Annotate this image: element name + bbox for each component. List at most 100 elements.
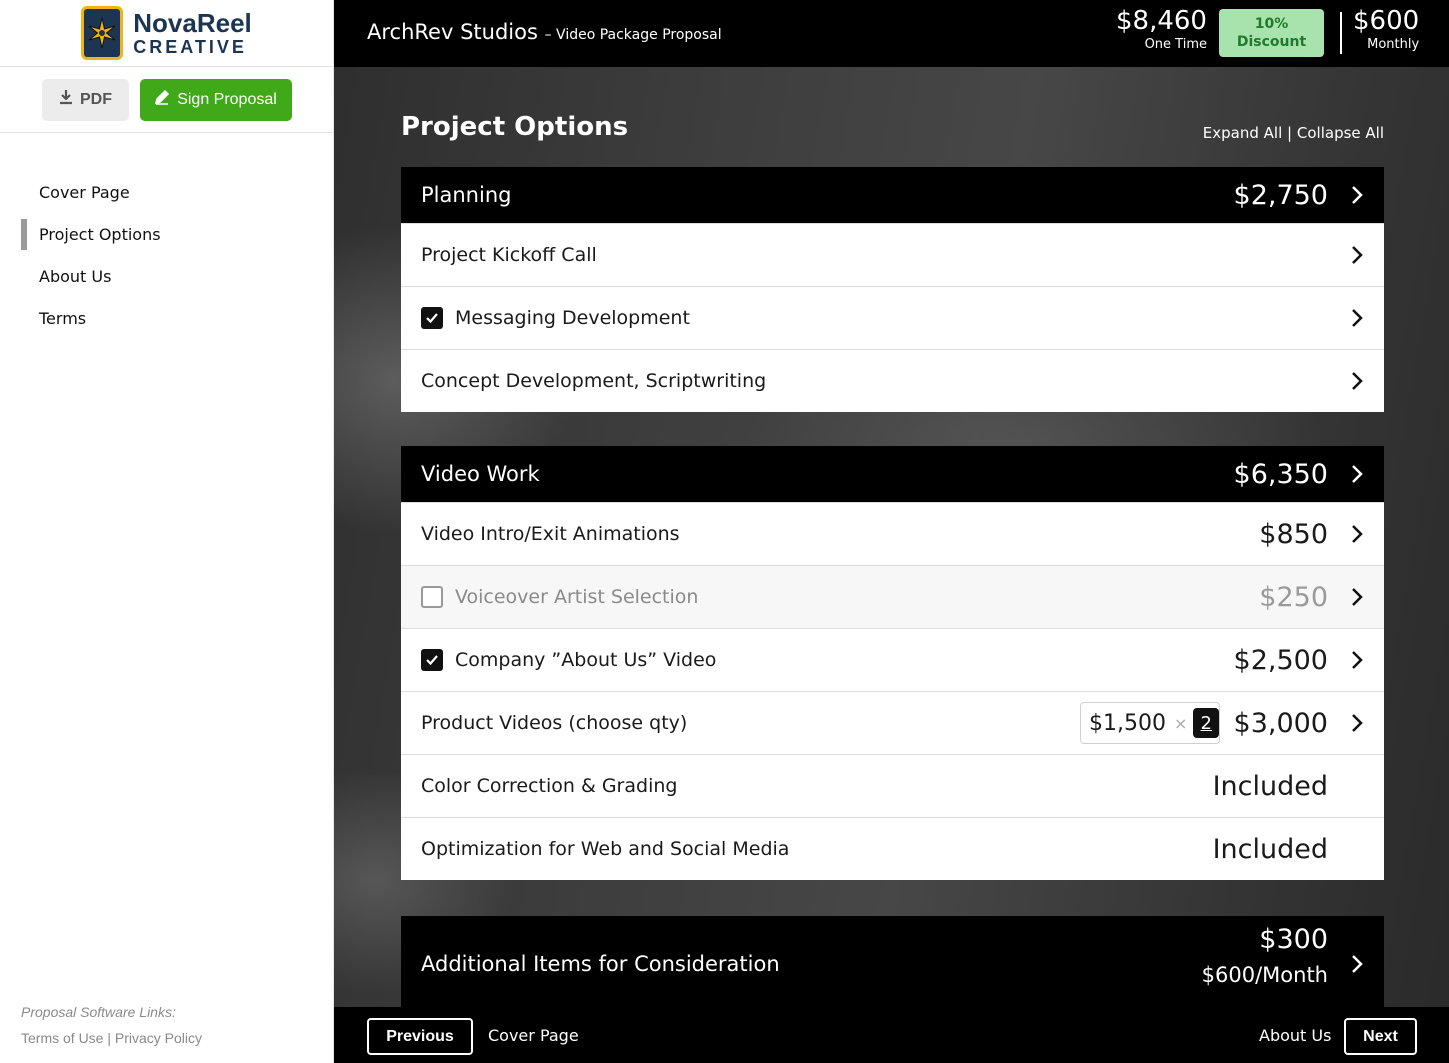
discount-label: Discount <box>1236 34 1307 50</box>
action-bar: PDF Sign Proposal <box>0 67 333 133</box>
expand-separator: | <box>1287 124 1293 142</box>
sign-proposal-label: Sign Proposal <box>177 90 277 108</box>
unit-price: $1,500 <box>1089 710 1166 736</box>
expand-all-link[interactable]: Expand All <box>1203 124 1282 142</box>
option-label: Concept Development, Scriptwriting <box>421 370 767 392</box>
brand-logo[interactable]: NovaReel CREATIVE <box>0 0 333 67</box>
option-row[interactable]: Voiceover Artist Selection $250 <box>401 565 1384 628</box>
additional-items-group: Additional Items for Consideration $300 … <box>401 916 1384 1012</box>
checkbox-checked[interactable] <box>421 649 443 671</box>
planning-group: Planning $2,750 Project Kickoff Call Mes… <box>401 167 1384 412</box>
chevron-right-icon[interactable] <box>1346 523 1368 545</box>
chevron-right-icon[interactable] <box>1346 244 1368 266</box>
option-row[interactable]: Video Intro/Exit Animations $850 <box>401 502 1384 565</box>
group-price-stack: $300 $600/Month <box>1202 926 1328 986</box>
one-time-total: $8,460 One Time <box>1116 8 1207 51</box>
option-row: Optimization for Web and Social Media In… <box>401 817 1384 880</box>
quantity-stepper[interactable]: $1,500 × 2 <box>1080 702 1220 744</box>
option-label: Color Correction & Grading <box>421 775 678 797</box>
sidebar-footer: Proposal Software Links: Terms of Use | … <box>21 999 202 1051</box>
sidebar-item-cover-page[interactable]: Cover Page <box>0 171 333 213</box>
option-label: Product Videos (choose qty) <box>421 712 688 734</box>
chevron-right-icon[interactable] <box>1346 953 1368 975</box>
times-icon: × <box>1173 713 1188 733</box>
software-links-caption: Proposal Software Links: <box>21 1004 176 1020</box>
chevron-right-icon[interactable] <box>1346 586 1368 608</box>
terms-of-use-link[interactable]: Terms of Use <box>21 1030 103 1046</box>
pdf-button-label: PDF <box>80 90 112 108</box>
monthly-amount: $600 <box>1353 6 1420 36</box>
option-label: Messaging Development <box>455 307 690 329</box>
group-price: $300 <box>1259 924 1328 955</box>
pager-footer: Previous Cover Page About Us Next <box>334 1007 1449 1063</box>
chevron-right-icon[interactable] <box>1346 307 1368 329</box>
option-label: Voiceover Artist Selection <box>455 586 699 608</box>
option-label: Optimization for Web and Social Media <box>421 838 790 860</box>
monthly-total: $600 Monthly <box>1353 8 1419 51</box>
option-row[interactable]: Company ”About Us” Video $2,500 <box>401 628 1384 691</box>
top-bar: ArchRev Studios – Video Package Proposal… <box>334 0 1449 67</box>
pdf-button[interactable]: PDF <box>41 78 129 121</box>
monthly-label: Monthly <box>1367 37 1420 52</box>
next-page-link[interactable]: About Us <box>1259 1026 1331 1045</box>
chevron-right-icon[interactable] <box>1346 649 1368 671</box>
additional-items-header[interactable]: Additional Items for Consideration $300 … <box>401 916 1384 1012</box>
download-icon <box>58 89 74 110</box>
next-button[interactable]: Next <box>1344 1018 1417 1055</box>
option-price: $850 <box>1259 518 1328 550</box>
option-price: $3,000 <box>1233 707 1328 739</box>
planning-header[interactable]: Planning $2,750 <box>401 167 1384 223</box>
pencil-icon <box>154 89 170 110</box>
group-price: $2,750 <box>1233 179 1328 211</box>
option-price: Included <box>1212 833 1328 865</box>
checkbox-unchecked[interactable] <box>421 586 443 608</box>
footer-separator: | <box>107 1030 111 1046</box>
sidebar-item-terms[interactable]: Terms <box>0 297 333 339</box>
page-title: Project Options <box>401 112 629 142</box>
privacy-policy-link[interactable]: Privacy Policy <box>115 1030 202 1046</box>
client-name: ArchRev Studios <box>367 20 538 44</box>
sign-proposal-button[interactable]: Sign Proposal <box>139 78 292 121</box>
option-row[interactable]: Product Videos (choose qty) $1,500 × 2 $… <box>401 691 1384 754</box>
discount-badge: 10% Discount <box>1219 9 1324 57</box>
expand-collapse-links: Expand All | Collapse All <box>1203 124 1384 142</box>
video-work-header[interactable]: Video Work $6,350 <box>401 446 1384 502</box>
group-name: Additional Items for Consideration <box>421 952 780 976</box>
group-name: Planning <box>421 183 512 207</box>
option-row[interactable]: Messaging Development <box>401 286 1384 349</box>
option-label: Project Kickoff Call <box>421 244 597 266</box>
chevron-right-icon[interactable] <box>1346 370 1368 392</box>
sidebar-item-project-options[interactable]: Project Options <box>0 213 333 255</box>
group-monthly-price: $600/Month <box>1201 963 1328 987</box>
one-time-amount: $8,460 <box>1116 6 1207 36</box>
sidebar-nav: Cover Page Project Options About Us Term… <box>0 171 333 339</box>
chevron-right-icon[interactable] <box>1346 463 1368 485</box>
option-price: $2,500 <box>1233 644 1328 676</box>
option-row[interactable]: Project Kickoff Call <box>401 223 1384 286</box>
sidebar-item-about-us[interactable]: About Us <box>0 255 333 297</box>
group-price: $6,350 <box>1233 458 1328 490</box>
checkbox-checked[interactable] <box>421 307 443 329</box>
brand-sub: CREATIVE <box>133 37 247 57</box>
previous-button[interactable]: Previous <box>367 1018 473 1055</box>
quantity-value[interactable]: 2 <box>1193 708 1219 738</box>
star-logo-icon <box>81 6 124 60</box>
proposal-subtitle: – Video Package Proposal <box>544 27 722 43</box>
discount-percent: 10% <box>1254 16 1289 32</box>
chevron-right-icon[interactable] <box>1346 184 1368 206</box>
brand-name: NovaReel <box>133 8 252 38</box>
header-divider <box>1340 12 1342 54</box>
chevron-right-icon[interactable] <box>1346 712 1368 734</box>
proposal-title: ArchRev Studios – Video Package Proposal <box>367 20 722 44</box>
main-content: ArchRev Studios – Video Package Proposal… <box>334 0 1449 1063</box>
group-name: Video Work <box>421 462 540 486</box>
option-price: Included <box>1212 770 1328 802</box>
video-work-group: Video Work $6,350 Video Intro/Exit Anima… <box>401 446 1384 880</box>
option-price: $250 <box>1259 581 1328 613</box>
one-time-label: One Time <box>1144 37 1207 52</box>
option-row[interactable]: Concept Development, Scriptwriting <box>401 349 1384 412</box>
previous-page-link[interactable]: Cover Page <box>488 1026 579 1045</box>
collapse-all-link[interactable]: Collapse All <box>1297 124 1384 142</box>
option-label: Video Intro/Exit Animations <box>421 523 680 545</box>
sidebar: NovaReel CREATIVE PDF Sign Proposal Cove… <box>0 0 334 1063</box>
